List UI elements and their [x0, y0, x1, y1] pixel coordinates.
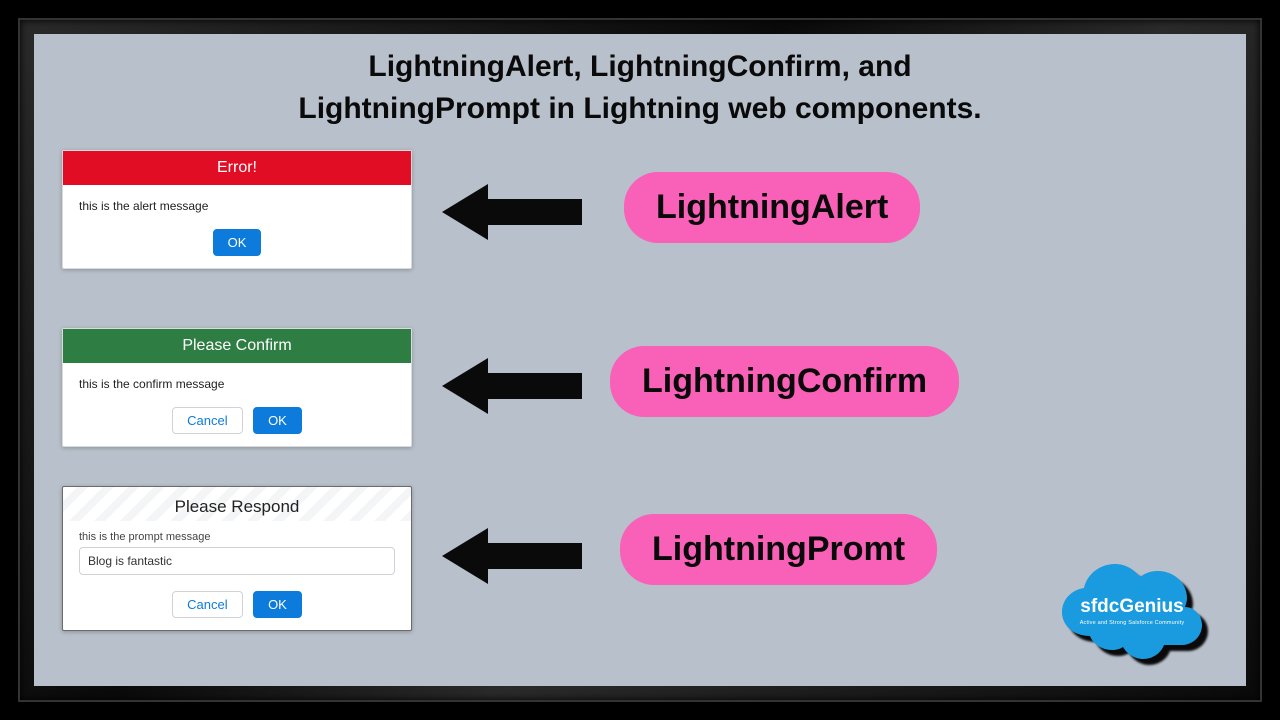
prompt-dialog-sublabel: this is the prompt message [63, 521, 411, 547]
confirm-dialog: Please Confirm this is the confirm messa… [62, 328, 412, 447]
prompt-cancel-button[interactable]: Cancel [172, 591, 242, 618]
alert-dialog-footer: OK [63, 223, 411, 268]
alert-dialog-message: this is the alert message [63, 185, 411, 223]
prompt-input[interactable] [79, 547, 395, 575]
logo-text: sfdcGenius [1052, 596, 1212, 618]
label-pill-prompt: LightningPromt [620, 514, 937, 585]
prompt-dialog-header: Please Respond [63, 487, 411, 521]
slide-canvas: LightningAlert, LightningConfirm, and Li… [34, 34, 1246, 686]
title-line-2: LightningPrompt in Lightning web compone… [298, 92, 981, 125]
outer-frame: LightningAlert, LightningConfirm, and Li… [0, 0, 1280, 720]
arrow-icon [442, 184, 582, 240]
prompt-input-wrap [79, 547, 395, 575]
confirm-dialog-message: this is the confirm message [63, 363, 411, 401]
alert-dialog-header: Error! [63, 151, 411, 185]
confirm-dialog-footer: Cancel OK [63, 401, 411, 446]
picture-frame: LightningAlert, LightningConfirm, and Li… [18, 18, 1262, 702]
logo-tagline: Active and Strong Salsforce Community [1052, 620, 1212, 626]
alert-dialog: Error! this is the alert message OK [62, 150, 412, 269]
label-pill-confirm: LightningConfirm [610, 346, 959, 417]
prompt-dialog-footer: Cancel OK [63, 585, 411, 630]
page-title: LightningAlert, LightningConfirm, and Li… [34, 46, 1246, 130]
label-pill-alert: LightningAlert [624, 172, 920, 243]
prompt-ok-button[interactable]: OK [253, 591, 302, 618]
arrow-icon [442, 358, 582, 414]
alert-ok-button[interactable]: OK [213, 229, 262, 256]
title-line-1: LightningAlert, LightningConfirm, and [368, 50, 911, 83]
logo: sfdcGenius Active and Strong Salsforce C… [1052, 558, 1212, 668]
confirm-cancel-button[interactable]: Cancel [172, 407, 242, 434]
confirm-ok-button[interactable]: OK [253, 407, 302, 434]
prompt-dialog: Please Respond this is the prompt messag… [62, 486, 412, 631]
confirm-dialog-header: Please Confirm [63, 329, 411, 363]
arrow-icon [442, 528, 582, 584]
